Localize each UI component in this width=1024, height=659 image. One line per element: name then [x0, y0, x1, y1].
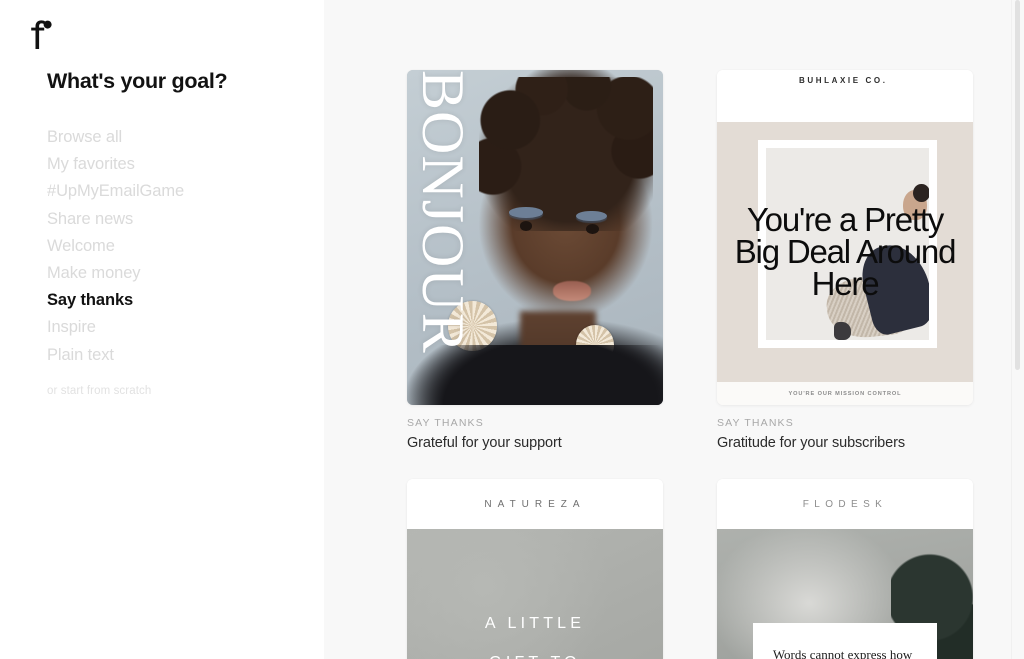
goal-nav-list: Browse all My favorites #UpMyEmailGame S…: [47, 124, 184, 369]
thumbnail-footer: YOU'RE OUR MISSION CONTROL: [717, 382, 973, 405]
template-card[interactable]: FLODESK Words cannot express how gratefu…: [717, 479, 973, 659]
thumbnail-quote: Words cannot express how grateful I am: [772, 647, 913, 659]
card-meta: SAY THANKS Gratitude for your subscriber…: [717, 417, 973, 451]
figure-hair-bun: [913, 184, 930, 203]
sidebar-item-make-money[interactable]: Make money: [47, 260, 184, 287]
sidebar-item-plain-text[interactable]: Plain text: [47, 342, 184, 369]
card-title[interactable]: Grateful for your support: [407, 435, 663, 451]
thumbnail-logo: NATUREZA: [407, 479, 663, 529]
template-grid: BONJOUR SAY THANKS Grateful for your sup…: [407, 70, 973, 659]
flodesk-f-icon: [31, 20, 52, 49]
lips-detail: [552, 281, 592, 302]
buhlaxie-arc-logo: BUHLAXIE CO.: [799, 76, 885, 85]
template-thumbnail-bonjour[interactable]: BONJOUR: [407, 70, 663, 405]
scrollbar-thumb[interactable]: [1015, 0, 1020, 370]
thumbnail-header: BUHLAXIE CO.: [717, 70, 973, 122]
hair-detail: [478, 76, 653, 231]
quote-card: Words cannot express how grateful I am: [752, 623, 938, 659]
card-meta: SAY THANKS Grateful for your support: [407, 417, 663, 451]
sidebar-item-welcome[interactable]: Welcome: [47, 233, 184, 260]
template-card[interactable]: BUHLAXIE CO. You're a Pretty Big Deal Ar…: [717, 70, 973, 451]
template-thumbnail-buhlaxie[interactable]: BUHLAXIE CO. You're a Pretty Big Deal Ar…: [717, 70, 973, 405]
template-card[interactable]: BONJOUR SAY THANKS Grateful for your sup…: [407, 70, 663, 451]
figure-shoe: [833, 322, 852, 341]
card-title[interactable]: Gratitude for your subscribers: [717, 435, 973, 451]
flodesk-logo[interactable]: [28, 20, 54, 50]
sidebar-item-inspire[interactable]: Inspire: [47, 314, 184, 341]
thumbnail-headline: You're a Pretty Big Deal Around Here: [734, 200, 957, 303]
thumbnail-headline: BONJOUR: [410, 70, 476, 354]
thumbnail-headline-line1: A LITTLE: [484, 614, 586, 632]
card-category-label: SAY THANKS: [717, 417, 794, 429]
sidebar-item-browse-all[interactable]: Browse all: [47, 124, 184, 151]
template-card[interactable]: NATUREZA A LITTLE GIFT TO: [407, 479, 663, 659]
arc-logo-text: BUHLAXIE CO.: [799, 76, 888, 85]
page-title: What's your goal?: [47, 69, 228, 93]
thumbnail-body: A LITTLE GIFT TO: [407, 529, 663, 659]
sidebar-item-share-news[interactable]: Share news: [47, 206, 184, 233]
vertical-scrollbar[interactable]: [1011, 0, 1024, 659]
thumbnail-body: You're a Pretty Big Deal Around Here: [717, 122, 973, 382]
app-root: What's your goal? Browse all My favorite…: [0, 0, 1024, 659]
thumbnail-body: Words cannot express how grateful I am: [717, 529, 973, 659]
sidebar-item-say-thanks[interactable]: Say thanks: [47, 287, 184, 314]
thumbnail-logo: FLODESK: [717, 479, 973, 529]
template-thumbnail-flodesk[interactable]: FLODESK Words cannot express how gratefu…: [717, 479, 973, 659]
eyeshadow-left: [509, 207, 543, 219]
sidebar-item-my-favorites[interactable]: My favorites: [47, 151, 184, 178]
template-thumbnail-natureza[interactable]: NATUREZA A LITTLE GIFT TO: [407, 479, 663, 659]
template-gallery: BONJOUR SAY THANKS Grateful for your sup…: [324, 0, 1024, 659]
eye-left: [519, 220, 533, 231]
card-category-label: SAY THANKS: [407, 417, 484, 429]
start-from-scratch-link[interactable]: or start from scratch: [47, 385, 151, 397]
thumbnail-headline-line2: GIFT TO: [407, 654, 663, 659]
sidebar-item-upmyemailgame[interactable]: #UpMyEmailGame: [47, 178, 184, 205]
sidebar: What's your goal? Browse all My favorite…: [0, 0, 324, 659]
